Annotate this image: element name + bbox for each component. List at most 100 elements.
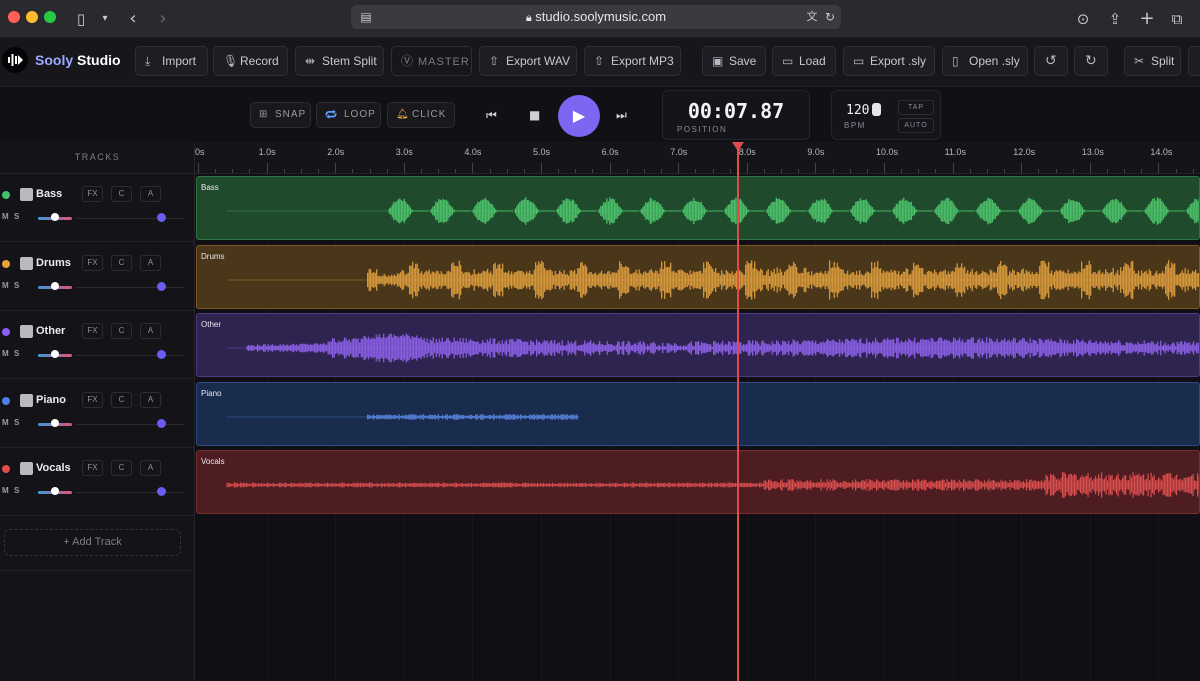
audio-clip[interactable]: Vocals [196, 450, 1200, 514]
export-wav-button[interactable]: ⇧ Export WAV [479, 46, 577, 76]
mute-button[interactable]: M [2, 349, 9, 358]
chevron-down-icon[interactable]: ▾ [94, 8, 116, 30]
minimize-window-button[interactable] [26, 11, 38, 23]
split-button[interactable]: ✂ Split [1124, 46, 1181, 76]
maximize-window-button[interactable] [44, 11, 56, 23]
pan-slider[interactable] [76, 286, 184, 288]
pan-knob[interactable] [157, 487, 166, 496]
automation-button[interactable]: A [140, 254, 161, 271]
back-icon[interactable]: ‹ [122, 8, 144, 30]
pan-slider[interactable] [76, 218, 184, 219]
timeline-ruler[interactable]: 0s 1.0s 2.0s 3.0s 4.0s 5.0s 6.0s 7.0s 8.0s 9.0s 10… [195, 142, 1200, 174]
track-row[interactable]: Bass FX C A M S [0, 174, 195, 242]
track-name[interactable]: Bass [36, 188, 62, 200]
auto-button[interactable]: AUTO [898, 118, 934, 133]
pan-knob[interactable] [157, 213, 166, 222]
record-button[interactable]: 🎙︎ Record [213, 46, 288, 76]
track-name[interactable]: Vocals [36, 462, 71, 474]
audio-clip[interactable]: Other [196, 313, 1200, 377]
audio-clip[interactable]: Bass [196, 176, 1200, 240]
mute-button[interactable]: M [2, 281, 9, 290]
pan-slider[interactable] [76, 423, 184, 425]
track-name[interactable]: Piano [36, 394, 66, 406]
automation-button[interactable]: A [140, 391, 161, 408]
track-name[interactable]: Other [36, 325, 65, 337]
track-lanes[interactable]: Bass Drums Other Piano Vocals [195, 174, 1200, 681]
pan-knob[interactable] [157, 418, 166, 428]
solo-button[interactable]: S [14, 349, 19, 358]
address-bar[interactable]: ▤ 🔒︎ studio.soolymusic.com 文 ↻ [351, 5, 841, 29]
save-button[interactable]: ▣ Save [702, 46, 766, 76]
ruler-tick [386, 169, 388, 173]
export-mp3-button[interactable]: ⇧ Export MP3 [584, 46, 681, 76]
click-toggle[interactable]: 🔔︎ CLICK [387, 102, 455, 128]
audio-clip[interactable]: Drums [196, 244, 1200, 309]
ruler-tick [352, 169, 354, 173]
track-name[interactable]: Drums [36, 257, 71, 269]
add-track-button[interactable]: + Add Track [4, 529, 181, 556]
fx-button[interactable]: FX [82, 254, 103, 271]
more-toolbar-button[interactable] [1188, 46, 1200, 76]
volume-knob[interactable] [51, 350, 59, 358]
audio-clip[interactable]: Piano [196, 381, 1200, 446]
share-icon[interactable]: ⇪ [1104, 8, 1126, 30]
bpm-input[interactable]: 120 [846, 103, 882, 118]
skip-forward-button[interactable]: ⏭︎ [616, 108, 627, 123]
track-row[interactable]: Piano FX C A M S [0, 380, 195, 448]
tabs-overview-icon[interactable]: ⧉ [1166, 8, 1188, 30]
volume-knob[interactable] [51, 487, 59, 495]
open-sly-button[interactable]: ▯ Open .sly [942, 46, 1028, 76]
track-row[interactable]: Vocals FX C A M S [0, 448, 195, 516]
clip-button[interactable]: C [111, 391, 132, 408]
solo-button[interactable]: S [14, 281, 19, 290]
solo-button[interactable]: S [14, 418, 19, 427]
solo-button[interactable]: S [14, 212, 19, 221]
skip-back-button[interactable]: ⏮︎ [486, 108, 497, 123]
volume-knob[interactable] [51, 281, 59, 290]
playhead-marker[interactable] [731, 142, 744, 151]
snap-toggle[interactable]: ⊞ SNAP [250, 102, 311, 128]
clip-button[interactable]: C [111, 460, 132, 476]
forward-icon[interactable]: › [152, 8, 174, 30]
new-tab-icon[interactable]: + [1136, 8, 1158, 30]
pan-slider[interactable] [76, 492, 184, 493]
import-button[interactable]: ⤓ Import [135, 46, 208, 76]
volume-knob[interactable] [51, 418, 59, 427]
pan-slider[interactable] [76, 355, 184, 356]
track-row[interactable]: Drums FX C A M S [0, 243, 195, 311]
mute-button[interactable]: M [2, 486, 9, 495]
fx-button[interactable]: FX [82, 186, 103, 202]
pan-knob[interactable] [157, 350, 166, 359]
automation-button[interactable]: A [140, 323, 161, 339]
play-button[interactable]: ▶ [558, 95, 600, 137]
volume-knob[interactable] [51, 213, 59, 221]
close-window-button[interactable] [8, 11, 20, 23]
reload-icon[interactable]: ↻ [819, 6, 841, 28]
automation-button[interactable]: A [140, 186, 161, 202]
playhead[interactable] [736, 142, 739, 681]
export-sly-button[interactable]: ▭ Export .sly [843, 46, 935, 76]
mute-button[interactable]: M [2, 418, 9, 427]
master-button[interactable]: Ⓥ MASTER [391, 46, 472, 76]
fx-button[interactable]: FX [82, 460, 103, 476]
fx-button[interactable]: FX [82, 391, 103, 408]
fx-button[interactable]: FX [82, 323, 103, 339]
load-button[interactable]: ▭ Load [772, 46, 836, 76]
redo-button[interactable]: ↻ [1074, 46, 1108, 76]
solo-button[interactable]: S [14, 486, 19, 495]
pan-knob[interactable] [157, 281, 166, 291]
loop-toggle[interactable]: 🔁︎ LOOP [316, 102, 381, 128]
stepper-icon[interactable] [872, 103, 882, 116]
automation-button[interactable]: A [140, 460, 161, 476]
mute-button[interactable]: M [2, 212, 9, 221]
clip-button[interactable]: C [111, 254, 132, 271]
clip-button[interactable]: C [111, 323, 132, 339]
tap-button[interactable]: TAP [898, 100, 934, 115]
clip-button[interactable]: C [111, 186, 132, 202]
stem-split-button[interactable]: ⇹ Stem Split [295, 46, 384, 76]
track-row[interactable]: Other FX C A M S [0, 311, 195, 379]
stop-button[interactable]: ■ [529, 108, 540, 122]
sidebar-icon[interactable]: ▯ [70, 8, 92, 30]
undo-button[interactable]: ↺ [1034, 46, 1068, 76]
download-icon[interactable]: ⊙ [1072, 8, 1094, 30]
